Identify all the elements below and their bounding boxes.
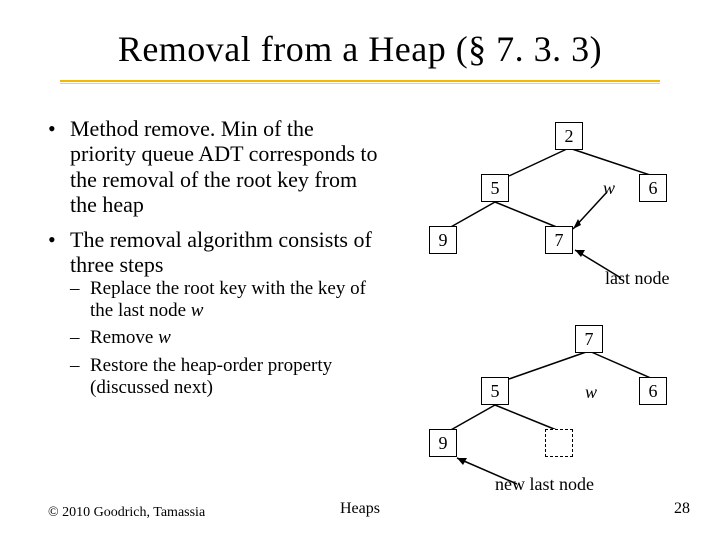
tree1-lastnode-label: last node: [605, 268, 670, 289]
tree1-leftleft-node: 9: [429, 226, 457, 254]
tree1-right-node: 6: [639, 174, 667, 202]
tree2-removed-node: [545, 429, 573, 457]
slide: Removal from a Heap (§ 7. 3. 3) Method r…: [0, 0, 720, 540]
title-underline: [60, 80, 660, 86]
diagram: 2 5 6 9 7 w last node 7 5 6 9 w new last…: [375, 120, 705, 510]
sub1-var: w: [191, 300, 204, 321]
tree2-leftleft-node: 9: [429, 429, 457, 457]
slide-title: Removal from a Heap (§ 7. 3. 3): [0, 28, 720, 70]
tree1-leftright-node: 7: [545, 226, 573, 254]
page-number: 28: [674, 500, 690, 518]
tree1-root-node: 2: [555, 122, 583, 150]
tree1-left-node: 5: [481, 174, 509, 202]
footer-center: Heaps: [0, 500, 720, 518]
sub1-text: Replace the root key with the key of the…: [90, 278, 366, 321]
tree2-root-node: 7: [575, 325, 603, 353]
bullet-2-text: The removal algorithm consists of three …: [70, 227, 372, 277]
sub2-var: w: [158, 327, 171, 348]
tree2-w-label: w: [585, 382, 597, 403]
title-wrap: Removal from a Heap (§ 7. 3. 3): [0, 28, 720, 70]
sub-bullet-2: Remove w: [70, 327, 383, 349]
body-text: Method remove. Min of the priority queue…: [48, 116, 383, 409]
sub2-text: Remove: [90, 327, 158, 348]
tree1-w-label: w: [603, 178, 615, 199]
bullet-2: The removal algorithm consists of three …: [48, 227, 383, 399]
tree2-right-node: 6: [639, 377, 667, 405]
sub-bullet-1: Replace the root key with the key of the…: [70, 278, 383, 322]
tree2-left-node: 5: [481, 377, 509, 405]
tree2-newlastnode-label: new last node: [495, 474, 594, 495]
sub-bullet-3: Restore the heap-order property (discuss…: [70, 355, 383, 399]
bullet-1: Method remove. Min of the priority queue…: [48, 116, 383, 217]
